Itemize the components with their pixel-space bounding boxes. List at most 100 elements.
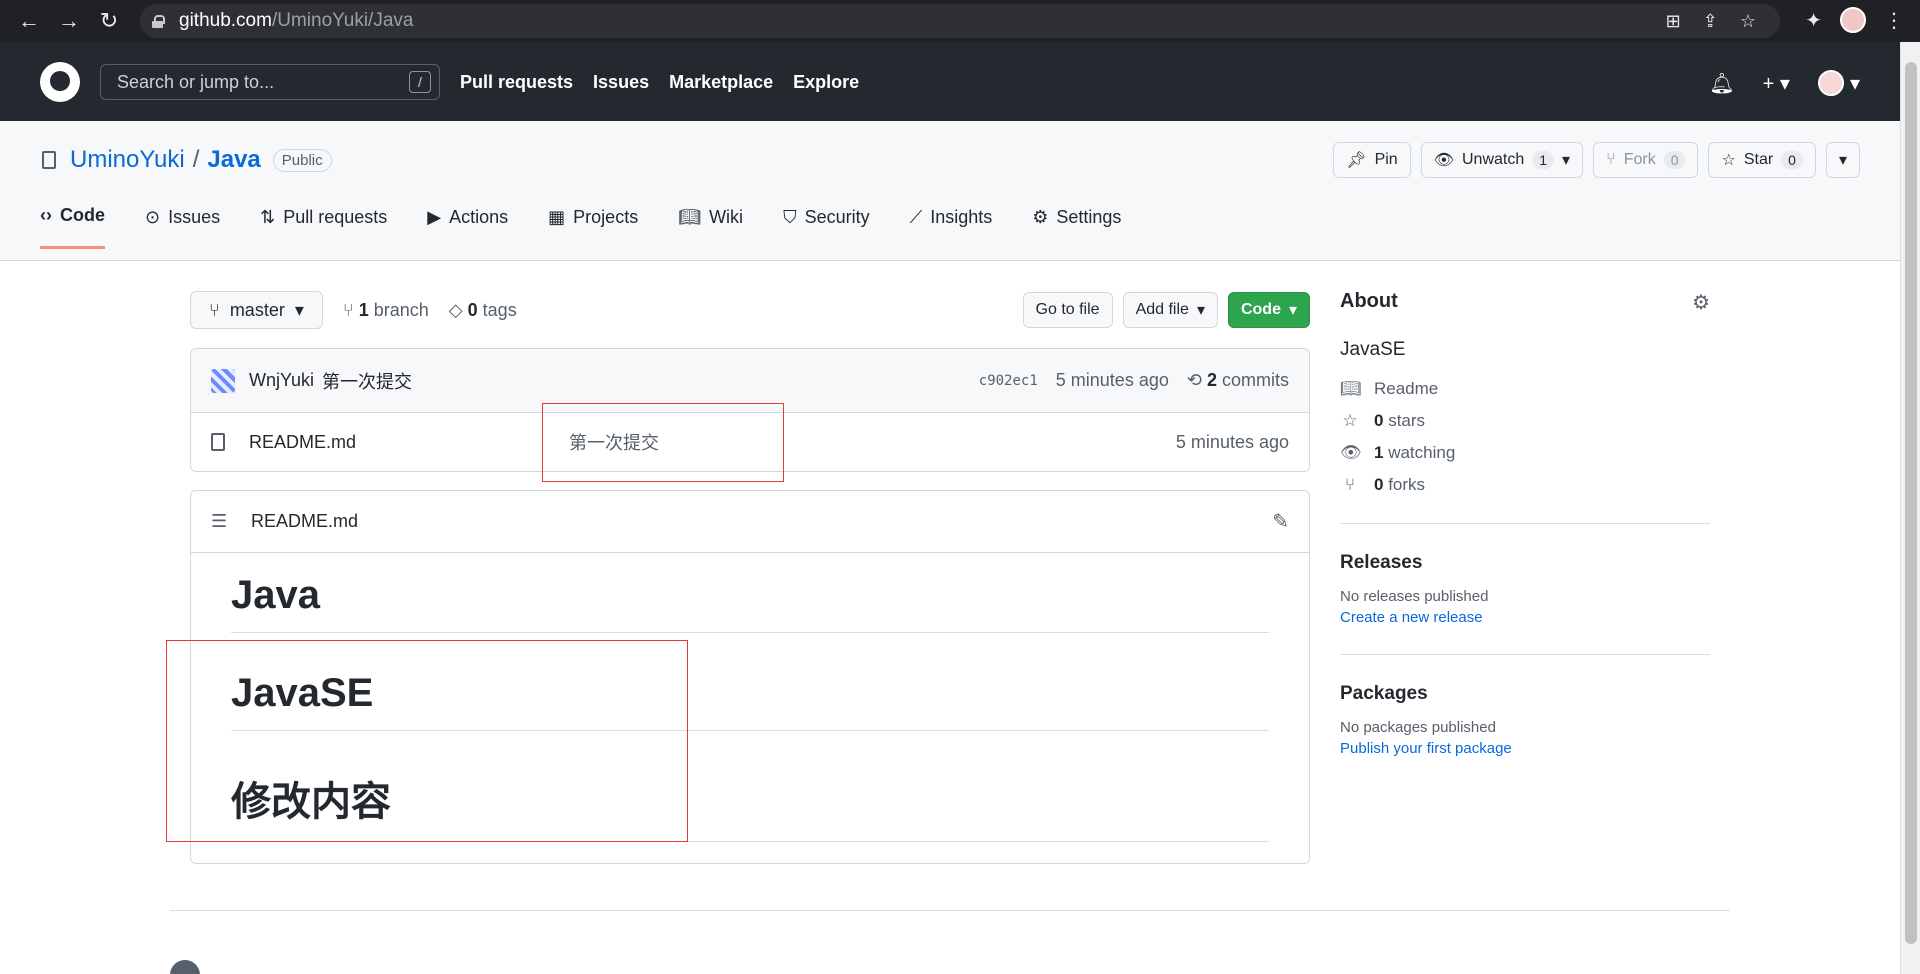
tag-icon: ◇ [448,299,463,320]
file-icon [211,433,225,451]
readme-heading: Java [231,573,1269,633]
tab-wiki[interactable]: 📖︎ Wiki [678,205,743,249]
github-header: Search or jump to... / Pull requests Iss… [0,42,1900,121]
github-footer-logo-icon[interactable] [170,960,200,974]
repo-header: UminoYuki / Java Public 📌︎ Pin 👁︎ Unwatch 1… [0,121,1900,261]
readme-header: ☰ README.md ✎ [191,491,1309,553]
star-icon: ☆ [1342,411,1358,430]
about-sidebar: About ⚙ JavaSE 📖︎ Readme ☆ 0 stars 👁︎ 1 wat… [1340,290,1710,757]
commit-sha[interactable]: c902ec1 [979,373,1038,389]
repo-icon [42,151,56,169]
watching-link[interactable]: 👁︎ 1 watching [1340,443,1710,463]
omnibox-icons: ⊞ ⇪ ☆ [1666,11,1756,32]
nav-issues[interactable]: Issues [593,72,649,93]
readme-title: README.md [251,511,359,531]
annotation-highlight-box [166,640,688,842]
commit-time: 5 minutes ago [1055,370,1169,390]
browser-profile-avatar[interactable] [1840,7,1866,33]
repo-title: UminoYuki / Java Public [42,146,332,174]
commit-author[interactable]: WnjYuki [249,370,314,391]
github-logo-icon[interactable] [40,62,80,102]
file-name-link[interactable]: README.md [249,432,569,453]
url-text[interactable]: github.com/UminoYuki/Java [179,10,413,32]
graph-icon: ⟋ [909,206,923,227]
star-icon: ☆ [1721,152,1736,169]
repo-actions: 📌︎ Pin 👁︎ Unwatch 1 ▾ ⑂ Fork 0 ☆ Star 0 ▾ [1333,142,1860,178]
watch-count: 1 [1532,151,1555,169]
add-file-button[interactable]: Add file ▾ [1122,292,1218,328]
chevron-down-icon: ▾ [1196,302,1205,319]
play-icon: ▶ [427,206,442,227]
tab-issues[interactable]: ⊙ Issues [145,205,220,249]
page-scrollbar[interactable] [1900,42,1920,974]
branches-link[interactable]: ⑂ 1 branch [343,300,429,321]
bookmark-star-icon[interactable]: ☆ [1740,11,1756,32]
commit-message[interactable]: 第一次提交 [322,368,412,394]
forks-link[interactable]: ⑂ 0 forks [1340,475,1710,495]
pencil-icon[interactable]: ✎ [1272,509,1289,534]
nav-marketplace[interactable]: Marketplace [669,72,773,93]
translate-icon[interactable]: ⊞ [1666,11,1681,32]
branch-selector[interactable]: ⑂ master ▾ [190,291,323,329]
tab-pull-requests[interactable]: ⇅ Pull requests [260,205,387,249]
releases-title[interactable]: Releases [1340,552,1710,574]
tab-insights[interactable]: ⟋ Insights [910,205,993,249]
repo-separator: / [192,146,200,173]
back-icon[interactable]: ← [16,8,42,34]
eye-icon: 👁︎ [1433,152,1454,169]
notifications-bell-icon[interactable]: 🔔︎ [1709,71,1734,96]
nav-pull-requests[interactable]: Pull requests [460,72,573,93]
footer-divider [170,910,1730,911]
scrollbar-thumb[interactable] [1905,62,1917,944]
create-release-link[interactable]: Create a new release [1340,609,1710,626]
repo-owner-link[interactable]: UminoYuki [70,146,185,174]
list-icon[interactable]: ☰ [211,511,229,532]
create-new-plus-icon[interactable]: + ▾ [1763,71,1790,96]
chevron-down-icon: ▾ [1838,152,1847,169]
avatar[interactable] [1817,70,1844,96]
tab-projects[interactable]: ▦ Projects [548,205,638,249]
commits-link[interactable]: ⟲ 2 commits [1187,370,1289,391]
code-button[interactable]: Code ▾ [1227,292,1310,328]
lock-icon[interactable] [152,14,165,28]
tab-security[interactable]: ⛉ Security [783,205,870,249]
file-age: 5 minutes ago [1175,431,1289,452]
stars-link[interactable]: ☆ 0 stars [1340,411,1710,431]
share-icon[interactable]: ⇪ [1703,11,1718,32]
code-icon: ‹› [40,205,52,225]
reload-icon[interactable]: ↻ [96,8,122,34]
star-list-dropdown[interactable]: ▾ [1825,142,1860,178]
star-button[interactable]: ☆ Star 0 [1708,142,1816,178]
fork-button[interactable]: ⑂ Fork 0 [1593,142,1699,178]
readme-link[interactable]: 📖︎ Readme [1340,379,1710,399]
browser-menu-icon[interactable]: ⋮ [1884,8,1904,33]
user-menu[interactable]: ▾ [1817,70,1860,96]
packages-title[interactable]: Packages [1340,683,1710,705]
nav-explore[interactable]: Explore [793,72,859,93]
publish-package-link[interactable]: Publish your first package [1340,740,1710,757]
tab-code[interactable]: ‹› Code [40,205,105,249]
pin-button[interactable]: 📌︎ Pin [1333,142,1411,178]
go-to-file-button[interactable]: Go to file [1022,292,1113,328]
branch-icon: ⑂ [342,299,354,320]
tags-link[interactable]: ◇ 0 tags [449,300,517,321]
chevron-down-icon: ▾ [294,299,304,320]
star-count: 0 [1781,151,1803,169]
gear-icon[interactable]: ⚙ [1692,290,1710,315]
commit-info: c902ec1 5 minutes ago ⟲ 2 commits [979,370,1289,391]
extensions-icon[interactable]: ✦ [1805,8,1822,33]
tab-actions[interactable]: ▶ Actions [427,205,508,249]
chevron-down-icon[interactable]: ▾ [1850,71,1860,96]
pull-request-icon: ⇅ [260,206,276,227]
address-bar[interactable]: github.com/UminoYuki/Java ⊞ ⇪ ☆ [140,4,1780,38]
about-description: JavaSE [1340,339,1406,360]
unwatch-button[interactable]: 👁︎ Unwatch 1 ▾ [1420,142,1584,178]
repo-name-link[interactable]: Java [207,146,260,174]
releases-note: No releases published [1340,588,1489,605]
commit-author-avatar[interactable] [211,368,235,393]
gear-icon: ⚙ [1032,206,1049,227]
tab-settings[interactable]: ⚙ Settings [1032,205,1121,249]
browser-nav: ← → ↻ [0,8,122,34]
forward-icon[interactable]: → [56,8,82,34]
search-input[interactable]: Search or jump to... / [100,64,440,100]
